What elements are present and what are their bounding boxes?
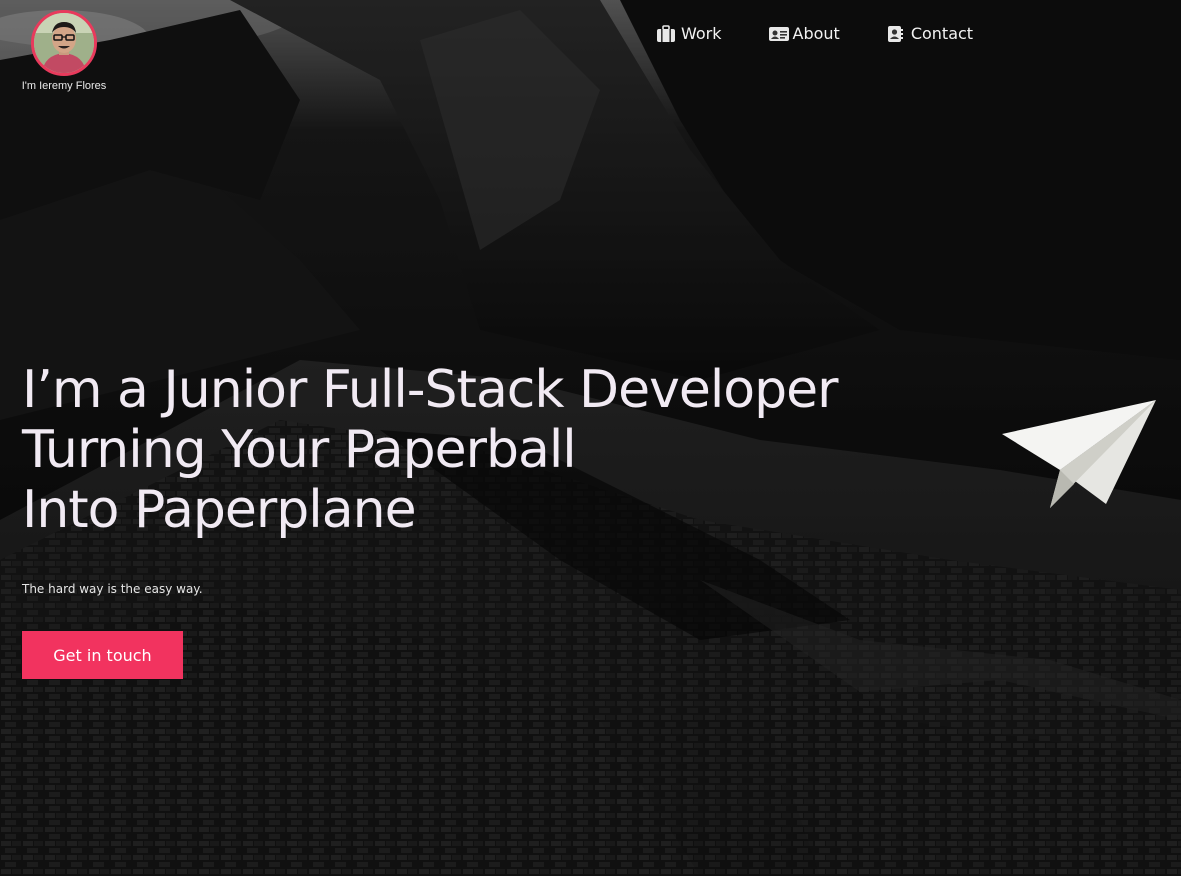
hero-headline: I’m a Junior Full-Stack Developer Turnin… [22, 360, 838, 540]
main-nav: Work About Contact [656, 24, 973, 43]
hero-headline-line: I’m a Junior Full-Stack Developer [22, 360, 838, 420]
nav-item-label: About [792, 24, 840, 43]
hero-tagline: The hard way is the easy way. [22, 582, 203, 596]
hero-headline-line: Turning Your Paperball [22, 420, 577, 480]
nav-item-label: Contact [910, 24, 974, 43]
brand[interactable]: I'm Ieremy Flores [18, 10, 110, 92]
nav-item-label: Work [681, 24, 722, 43]
nav-item-contact[interactable]: Contact [886, 24, 973, 43]
id-card-icon [768, 25, 789, 43]
hero-headline-line: Into Paperplane [22, 480, 417, 540]
brand-name: I'm Ieremy Flores [21, 80, 107, 92]
avatar[interactable] [31, 10, 97, 76]
nav-item-work[interactable]: Work [656, 24, 722, 43]
address-book-icon [886, 25, 906, 43]
paper-plane-icon [1000, 398, 1158, 510]
get-in-touch-button[interactable]: Get in touch [22, 631, 183, 679]
briefcase-icon [656, 24, 676, 43]
nav-item-about[interactable]: About [768, 24, 840, 43]
